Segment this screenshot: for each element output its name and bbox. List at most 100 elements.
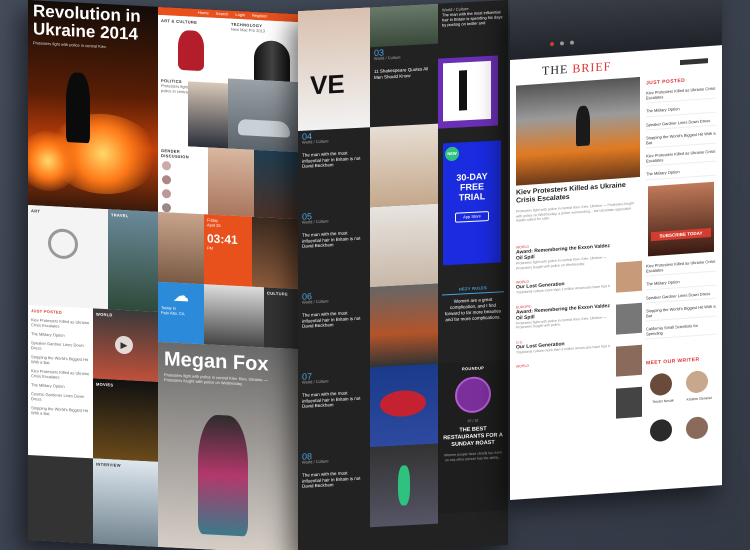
hero-ukraine[interactable]: Revolution in Ukraine 2014 Protesters fi… bbox=[28, 0, 158, 212]
headline-photo[interactable] bbox=[516, 76, 640, 186]
story-item[interactable]: 05 World / Culture The man with the most… bbox=[298, 207, 370, 291]
just-posted-item[interactable]: Cosmic Gardener Lines Down Dress bbox=[31, 391, 90, 404]
side-item[interactable]: California Small Scientists for Spending bbox=[646, 322, 716, 340]
just-posted-item[interactable]: Kiev Protesters Killed as Ukraine Crisis… bbox=[31, 368, 90, 381]
roundup-count: 97 / 10 bbox=[467, 418, 479, 424]
top-story[interactable]: World / Culture The man with the most in… bbox=[438, 0, 508, 54]
subscribe-button[interactable]: SUBSCRIBE TODAY bbox=[651, 227, 711, 242]
writer-avatar[interactable] bbox=[650, 372, 672, 397]
story-title: The man with the most influential hair i… bbox=[302, 310, 361, 329]
world-label: WORLD bbox=[96, 311, 113, 318]
mac-pro-image bbox=[254, 39, 290, 83]
article-item[interactable]: U.S. Our Lost Generation Traditional cul… bbox=[516, 333, 616, 354]
shirt-letters: VE bbox=[310, 68, 345, 101]
side-item[interactable]: Kiev Protesters Killed as Ukraine Crisis… bbox=[646, 259, 716, 277]
red-dress-photo bbox=[370, 363, 438, 448]
just-posted-item[interactable]: Kiev Protesters Killed as Ukraine Crisis… bbox=[31, 317, 90, 330]
dancer-figure bbox=[398, 465, 410, 506]
play-icon[interactable]: ▶ bbox=[115, 335, 133, 355]
story-item[interactable]: 08 World / Culture The man with the most… bbox=[298, 447, 370, 531]
woman-photo: VE bbox=[298, 7, 370, 132]
model-photo bbox=[208, 147, 254, 220]
travel-tile[interactable]: TRAVEL bbox=[108, 209, 158, 312]
free-trial-ad[interactable]: NEW 30-DAY FREE TRIAL App Store bbox=[443, 140, 501, 266]
writer-avatar[interactable] bbox=[686, 416, 708, 440]
lower-grid: ART TRAVEL Friday April 25 03:41 PM ☁ To… bbox=[28, 205, 300, 550]
art-culture-tile[interactable]: ART & CULTURE bbox=[158, 14, 228, 79]
subscribe-ad[interactable]: SUBSCRIBE TODAY bbox=[648, 181, 714, 257]
gender-discussion-tile[interactable]: GENDER DISCUSSION bbox=[158, 144, 208, 218]
hezy-label: HEZY RULES bbox=[442, 284, 504, 296]
politician-photo bbox=[188, 81, 228, 149]
travel-label: TRAVEL bbox=[111, 212, 129, 219]
magazine-screen: VE World / Culture The man with the most… bbox=[298, 0, 508, 550]
culture-tile[interactable]: CULTURE bbox=[264, 287, 300, 350]
riot-photo bbox=[370, 283, 438, 368]
story-title: The man with the most influential hair i… bbox=[302, 390, 361, 409]
roundup-text: Women people have clearly lay claim on a… bbox=[444, 450, 502, 462]
date-time-widget: Friday April 25 03:41 PM bbox=[204, 214, 252, 287]
just-posted-item[interactable]: Stopping the World's Biggest Hit With a … bbox=[646, 131, 716, 149]
portrait-photo bbox=[254, 149, 300, 223]
writer-avatar[interactable] bbox=[650, 418, 672, 443]
just-posted-item[interactable]: Stopping the World's Biggest Hit With a … bbox=[31, 405, 90, 418]
just-posted-item[interactable]: The Military Option bbox=[646, 104, 716, 117]
article-item[interactable]: WORLD Award: Remembering the Exxon Valde… bbox=[516, 239, 616, 271]
protester-silhouette bbox=[576, 105, 590, 147]
side-item[interactable]: The Military Option bbox=[646, 277, 716, 290]
just-posted-list: JUST POSTED Kiev Protesters Killed as Uk… bbox=[28, 305, 93, 459]
technology-tile[interactable]: TECHNOLOGY New Mac Pro 2013 bbox=[228, 18, 300, 83]
interview-label: INTERVIEW bbox=[96, 461, 121, 468]
story-title: The man with the most influential hair i… bbox=[302, 470, 361, 489]
car-photo bbox=[228, 78, 300, 153]
protester-silhouette bbox=[66, 71, 90, 144]
roundup-avatar bbox=[455, 375, 491, 414]
story-item[interactable]: 07 World / Culture The man with the most… bbox=[298, 367, 370, 451]
article-item[interactable]: WORLD Our Lost Generation Traditional cu… bbox=[516, 274, 616, 295]
story-item[interactable]: 06 World / Culture The man with the most… bbox=[298, 287, 370, 371]
brief-logo[interactable]: THE BRIEF bbox=[542, 59, 611, 79]
side-item[interactable]: Speaker Gardner Lines Down Dress bbox=[646, 290, 716, 304]
news-grid-screen: Revolution in Ukraine 2014 Protesters fi… bbox=[28, 0, 300, 550]
just-posted-item[interactable]: Speaker Gardner Lines Down Dress bbox=[646, 117, 716, 131]
just-posted-item[interactable]: Kiev Protesters Killed as Ukraine Crisis… bbox=[646, 149, 716, 167]
cloud-icon: ☁ bbox=[173, 287, 189, 306]
just-posted-item[interactable]: The Military Option bbox=[31, 331, 90, 339]
side-list: Kiev Protesters Killed as Ukraine Crisis… bbox=[646, 259, 716, 346]
interview-tile[interactable]: INTERVIEW bbox=[93, 458, 158, 550]
app-store-button[interactable]: App Store bbox=[455, 210, 489, 223]
hezy-rules-tile[interactable]: HEZY RULES Women are a great complicatio… bbox=[438, 280, 508, 364]
story-item[interactable]: 04 World / Culture The man with the most… bbox=[298, 127, 370, 211]
fashion-photo bbox=[252, 216, 300, 290]
roundup-tile[interactable]: ROUNDUP 97 / 10 THE BEST RESTAURANTS FOR… bbox=[438, 360, 508, 514]
writers-section: MEET OUR WRITER Teodor Novak Kristine Ge… bbox=[646, 355, 718, 443]
date-text: April 25 bbox=[207, 222, 221, 229]
side-item[interactable]: Stopping the World's Biggest Hit With a … bbox=[646, 304, 716, 322]
art-tile[interactable]: ART bbox=[28, 205, 108, 310]
article-list: WORLD Award: Remembering the Exxon Valde… bbox=[516, 233, 616, 369]
clock-time: 03:41 bbox=[207, 231, 238, 247]
feature-megan[interactable]: Megan Fox Protesters fight with police i… bbox=[158, 341, 300, 550]
just-posted-item[interactable]: Speaker Gardner Lines Down Dress bbox=[31, 340, 90, 353]
writer-name: Teodor Novak bbox=[652, 398, 674, 405]
movies-tile[interactable]: MOVIES bbox=[93, 378, 158, 462]
model-figure bbox=[198, 413, 248, 537]
just-posted-item[interactable]: The Military Option bbox=[31, 382, 90, 390]
just-posted-item[interactable]: Kiev Protesters Killed as Ukraine Crisis… bbox=[646, 86, 716, 104]
pager-control[interactable] bbox=[680, 58, 708, 66]
article-item[interactable]: EUROPE Award: Remembering the Exxon Vald… bbox=[516, 298, 616, 330]
writer-avatar[interactable] bbox=[686, 370, 708, 394]
just-posted-item[interactable]: Stopping the World's Biggest Hit With a … bbox=[31, 354, 90, 367]
street-photo bbox=[370, 3, 438, 48]
dress-photo bbox=[158, 211, 204, 285]
movies-label: MOVIES bbox=[96, 381, 114, 388]
just-posted-label: JUST POSTED bbox=[31, 308, 63, 315]
article-item[interactable]: WORLD bbox=[516, 358, 616, 369]
world-tile[interactable]: WORLD ▶ bbox=[93, 308, 158, 382]
news-column: ART & CULTURE TECHNOLOGY New Mac Pro 201… bbox=[158, 14, 300, 223]
story-item[interactable]: 03 World / Culture 11 Shakespeare Quotes… bbox=[370, 43, 442, 127]
headline-block[interactable]: Kiev Protesters Killed as Ukraine Crisis… bbox=[516, 181, 640, 223]
just-posted-item[interactable]: The Military Option bbox=[646, 167, 716, 180]
brief-header-image bbox=[510, 0, 722, 61]
writer-name: Kristine General bbox=[686, 395, 712, 402]
